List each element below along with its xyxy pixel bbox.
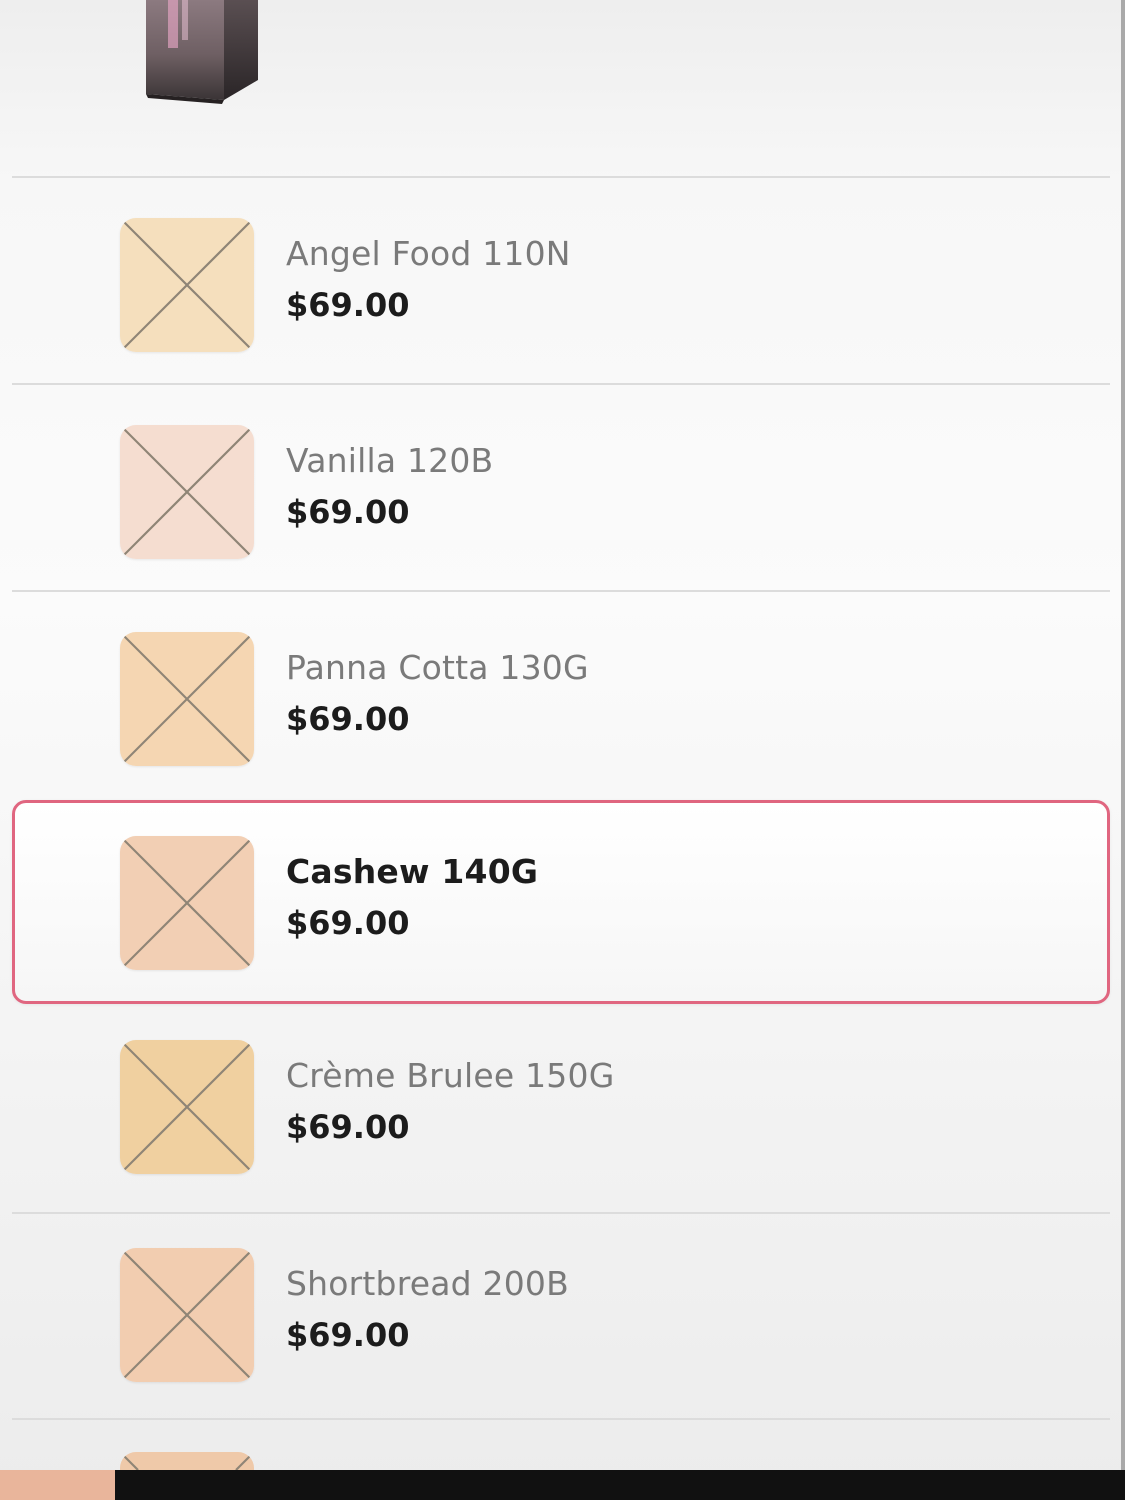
shade-option-panna-cotta[interactable]: Panna Cotta 130G $69.00 (12, 596, 1110, 800)
divider (12, 1418, 1110, 1420)
shade-price: $69.00 (286, 700, 410, 738)
shade-option-angel-food[interactable]: Angel Food 110N $69.00 (12, 182, 1110, 386)
shade-swatch (120, 836, 254, 970)
shade-swatch (120, 1248, 254, 1382)
shade-swatch (120, 425, 254, 559)
broken-image-x-icon (120, 1248, 254, 1382)
shade-price: $69.00 (286, 904, 410, 942)
divider (12, 383, 1110, 385)
shade-price: $69.00 (286, 493, 410, 531)
shade-name: Vanilla 120B (286, 441, 494, 480)
shade-option-shortbread[interactable]: Shortbread 200B $69.00 (12, 1212, 1110, 1416)
shade-name: Shortbread 200B (286, 1264, 569, 1303)
shade-price: $69.00 (286, 286, 410, 324)
shade-name: Crème Brulee 150G (286, 1056, 615, 1095)
shade-swatch (120, 218, 254, 352)
broken-image-x-icon (120, 218, 254, 352)
shade-price: $69.00 (286, 1108, 410, 1146)
bottom-bar (0, 1470, 1125, 1500)
shade-option-cashew-selected[interactable]: Cashew 140G $69.00 (12, 800, 1110, 1004)
bottom-accent-swatch (0, 1470, 115, 1500)
shade-price: $69.00 (286, 1316, 410, 1354)
shade-option-vanilla[interactable]: Vanilla 120B $69.00 (12, 389, 1110, 593)
shade-swatch (120, 1040, 254, 1174)
shade-list: Angel Food 110N $69.00 Vanilla 120B $69.… (0, 0, 1125, 1470)
broken-image-x-icon (120, 632, 254, 766)
shade-option-creme-brulee[interactable]: Crème Brulee 150G $69.00 (12, 1004, 1110, 1208)
divider (12, 590, 1110, 592)
next-shade-swatch-peek (120, 1452, 254, 1470)
broken-image-x-icon (120, 836, 254, 970)
shade-name: Cashew 140G (286, 852, 539, 891)
shade-name: Angel Food 110N (286, 234, 571, 273)
broken-image-x-icon (120, 1040, 254, 1174)
shade-name: Panna Cotta 130G (286, 648, 589, 687)
divider (12, 176, 1110, 178)
shade-swatch (120, 632, 254, 766)
broken-image-x-icon (120, 425, 254, 559)
